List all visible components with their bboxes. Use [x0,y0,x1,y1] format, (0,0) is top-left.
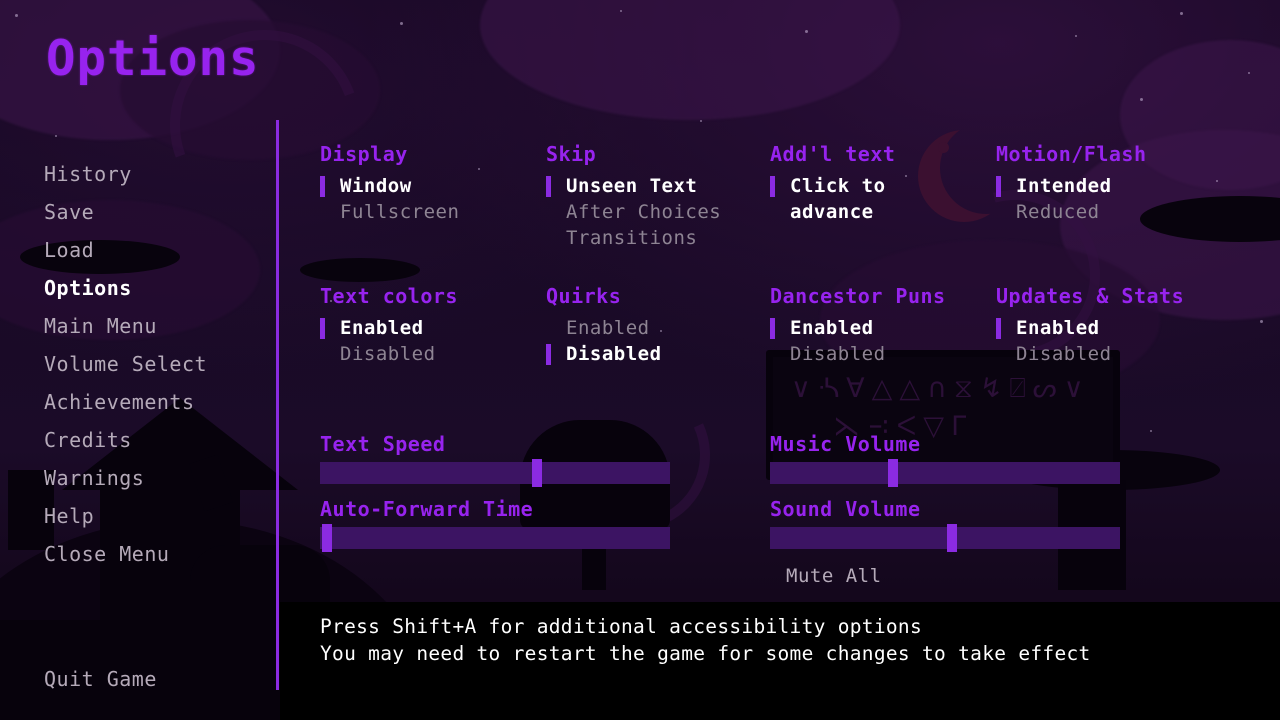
slider-thumb-music-volume[interactable] [887,459,898,487]
option-choice-disabled[interactable]: Disabled [320,341,545,367]
sidebar-item-credits[interactable]: Credits [44,421,264,459]
sidebar-item-main-menu[interactable]: Main Menu [44,307,264,345]
slider-label-auto-forward-time: Auto-Forward Time [320,497,534,521]
option-choice-enabled[interactable]: Enabled [320,315,545,341]
option-group-title: Display [320,142,408,166]
option-group-add-l-text: Add'l text Click to advance [770,142,980,225]
option-group-title: Dancestor Puns [770,284,946,308]
slider-thumb-sound-volume[interactable] [947,524,957,552]
sidebar-item-help[interactable]: Help [44,497,264,535]
slider-group-sound-volume: Sound Volume [770,497,1120,552]
footer-line-2: You may need to restart the game for som… [320,642,1091,665]
option-choice-disabled[interactable]: Disabled [546,341,771,367]
option-choice-enabled[interactable]: Enabled [546,315,771,341]
option-choice-enabled[interactable]: Enabled [770,315,980,341]
slider-thumb-text-speed[interactable] [532,459,542,487]
option-group-title: Updates & Stats [996,284,1185,308]
option-choice-disabled[interactable]: Disabled [770,341,980,367]
slider-label-text-speed: Text Speed [320,432,446,456]
option-group-dancestor-puns: Dancestor Puns Enabled Disabled [770,284,980,367]
option-choice-window[interactable]: Window [320,173,545,199]
sidebar-item-history[interactable]: History [44,155,264,193]
option-choice-transitions[interactable]: Transitions [546,225,771,251]
option-group-title: Skip [546,142,597,166]
page-title: Options [46,30,260,87]
footer-line-1: Press Shift+A for additional accessibili… [320,615,922,638]
sidebar-item-close-menu[interactable]: Close Menu [44,535,264,573]
option-choice-intended[interactable]: Intended [996,173,1221,199]
option-group-updates-stats: Updates & Stats Enabled Disabled [996,284,1221,367]
option-choice-after-choices[interactable]: After Choices [546,199,771,225]
options-screen: ∨ᔀ∀△△∩⧖↯⍁ᔕ∨ ⋋∹ᐸ▽Г Options History Save Loa… [0,0,1280,720]
slider-text-speed[interactable] [320,459,670,487]
option-group-title: Motion/Flash [996,142,1147,166]
slider-sound-volume[interactable] [770,524,1120,552]
sidebar-item-warnings[interactable]: Warnings [44,459,264,497]
option-group-display: Display Window Fullscreen [320,142,545,225]
option-choice-reduced[interactable]: Reduced [996,199,1221,225]
option-group-title: Quirks [546,284,622,308]
vertical-divider [276,120,279,690]
option-choice-disabled[interactable]: Disabled [996,341,1221,367]
sidebar-item-save[interactable]: Save [44,193,264,231]
option-choice-fullscreen[interactable]: Fullscreen [320,199,545,225]
mute-all-button[interactable]: Mute All [786,565,882,587]
sidebar-nav: History Save Load Options Main Menu Volume Se… [44,155,264,573]
slider-label-sound-volume: Sound Volume [770,497,921,521]
sidebar-item-achievements[interactable]: Achievements [44,383,264,421]
option-choice-unseen-text[interactable]: Unseen Text [546,173,771,199]
sidebar-item-options[interactable]: Options [44,269,264,307]
option-group-text-colors: Text colors Enabled Disabled [320,284,545,367]
option-group-motion-flash: Motion/Flash Intended Reduced [996,142,1221,225]
footer-text: Press Shift+A for additional accessibili… [320,613,1091,667]
option-group-skip: Skip Unseen Text After Choices Transitions [546,142,771,251]
slider-group-auto-forward-time: Auto-Forward Time [320,497,670,552]
slider-group-text-speed: Text Speed [320,432,670,487]
slider-music-volume[interactable] [770,459,1120,487]
sidebar-item-quit-game[interactable]: Quit Game [44,660,157,698]
slider-thumb-auto-forward-time[interactable] [322,524,332,552]
option-group-title: Add'l text [770,142,896,166]
slider-group-music-volume: Music Volume [770,432,1120,487]
option-choice-click-to-advance[interactable]: Click to advance [770,173,980,225]
option-group-title: Text colors [320,284,458,308]
slider-label-music-volume: Music Volume [770,432,921,456]
sidebar-item-load[interactable]: Load [44,231,264,269]
option-choice-enabled[interactable]: Enabled [996,315,1221,341]
slider-auto-forward-time[interactable] [320,524,670,552]
option-group-quirks: Quirks Enabled Disabled [546,284,771,367]
sidebar-item-volume-select[interactable]: Volume Select [44,345,264,383]
